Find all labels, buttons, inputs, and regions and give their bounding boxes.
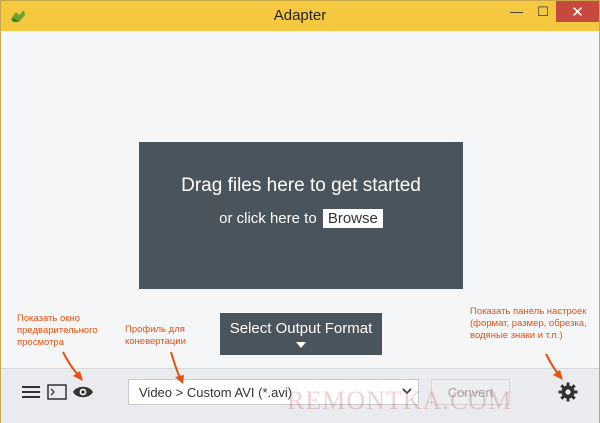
browse-button[interactable]: Browse xyxy=(322,209,383,228)
drop-zone-subtitle: or click here to Browse xyxy=(139,209,463,228)
app-window: Adapter — ☐ ✕ Drag files here to get sta… xyxy=(0,0,600,423)
watermark: REMONTKA.COM xyxy=(287,386,513,415)
annotation-settings: Показать панель настроек (формат, размер… xyxy=(470,306,587,341)
drop-zone-title: Drag files here to get started xyxy=(181,175,421,196)
title-bar[interactable]: Adapter — ☐ ✕ xyxy=(1,1,599,31)
minimize-button[interactable]: — xyxy=(503,1,530,22)
profile-select-value: Video > Custom AVI (*.avi) xyxy=(139,385,293,400)
menu-icon[interactable] xyxy=(19,380,43,404)
close-button[interactable]: ✕ xyxy=(556,1,599,22)
eye-icon[interactable] xyxy=(71,380,95,404)
select-output-format-button[interactable]: Select Output Format xyxy=(220,313,382,355)
maximize-button[interactable]: ☐ xyxy=(530,1,556,22)
caret-down-icon xyxy=(296,342,306,348)
drop-zone-hint: or click here to xyxy=(219,210,317,227)
gear-icon[interactable] xyxy=(555,379,581,405)
select-output-format-label: Select Output Format xyxy=(229,320,373,337)
annotation-preview: Показать окно предварительного просмотра xyxy=(17,313,98,348)
annotation-profile: Профиль для коневертации xyxy=(125,324,186,347)
console-icon[interactable] xyxy=(45,380,69,404)
drop-zone[interactable]: Drag files here to get started or click … xyxy=(139,142,463,289)
